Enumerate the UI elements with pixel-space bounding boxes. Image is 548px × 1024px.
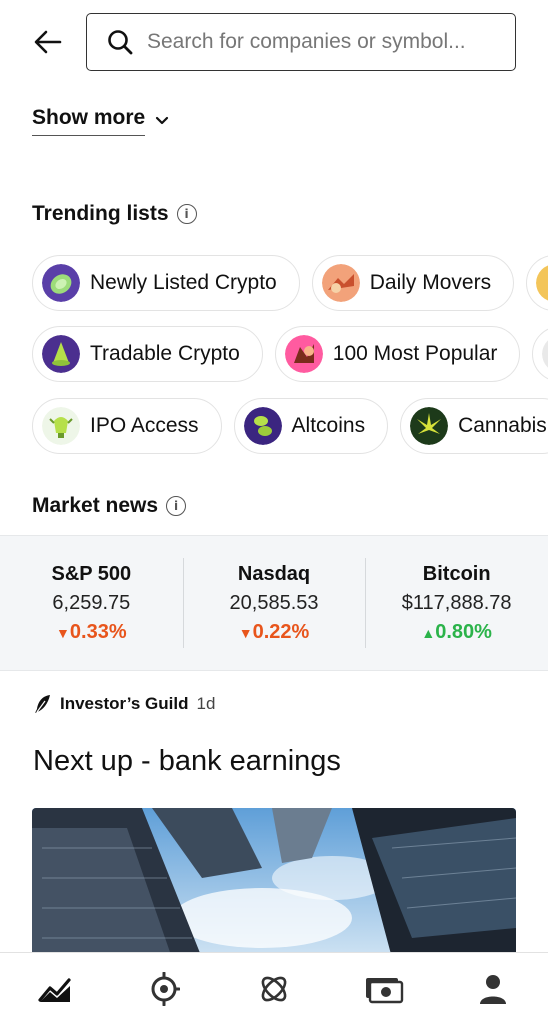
arrow-left-icon — [34, 30, 62, 54]
trending-row-1: Newly Listed Crypto Daily Movers — [32, 255, 548, 311]
index-bitcoin[interactable]: Bitcoin $117,888.78 ▲0.80% — [365, 536, 548, 670]
nav-investing[interactable] — [25, 959, 85, 1019]
index-name: Bitcoin — [422, 562, 491, 585]
trending-lists-heading: Trending lists i — [32, 202, 197, 226]
search-input[interactable] — [147, 30, 487, 54]
chip-100-most-popular[interactable]: 100 Most Popular — [274, 326, 521, 382]
index-name: S&P 500 — [51, 562, 132, 585]
news-image[interactable] — [32, 808, 516, 958]
up-triangle-icon: ▲ — [421, 624, 436, 641]
trending-row-2: Tradable Crypto 100 Most Popular — [32, 326, 548, 382]
index-nasdaq[interactable]: Nasdaq 20,585.53 ▼0.22% — [182, 536, 366, 670]
chip-label: Cannabis — [458, 414, 547, 437]
search-bar[interactable] — [86, 13, 516, 71]
crypto-coin-icon — [42, 264, 80, 302]
down-triangle-icon: ▼ — [56, 624, 70, 641]
source-name: Investor’s Guild — [60, 694, 189, 713]
search-icon — [108, 30, 133, 55]
ipo-bell-icon — [42, 407, 80, 445]
account-icon — [480, 974, 507, 1004]
chip-ipo-access[interactable]: IPO Access — [32, 398, 222, 454]
index-change: ▼0.33% — [56, 620, 127, 643]
chip-cannabis[interactable]: Cannabis — [400, 398, 548, 454]
market-news-title: Market news — [32, 494, 159, 517]
list-icon — [536, 265, 548, 301]
chip-more-list[interactable] — [532, 326, 548, 382]
info-icon[interactable]: i — [176, 204, 197, 224]
show-more-label: Show more — [32, 106, 146, 136]
chip-label: Tradable Crypto — [90, 342, 240, 365]
nav-cash[interactable] — [354, 959, 414, 1019]
index-name: Nasdaq — [237, 562, 311, 585]
daily-movers-icon — [321, 264, 360, 302]
chip-tradable-crypto[interactable]: Tradable Crypto — [32, 326, 263, 382]
market-news-heading: Market news i — [32, 494, 187, 518]
popular-icon — [284, 335, 323, 373]
crypto-cone-icon — [42, 335, 80, 373]
info-icon[interactable]: i — [166, 496, 187, 516]
chip-daily-movers[interactable]: Daily Movers — [311, 255, 515, 311]
chip-altcoins[interactable]: Altcoins — [233, 398, 389, 454]
cannabis-leaf-icon — [410, 407, 449, 445]
index-value: 20,585.53 — [229, 591, 319, 614]
chip-label: 100 Most Popular — [332, 342, 498, 365]
trending-row-3: IPO Access Altcoins Cannabis — [32, 398, 548, 454]
nav-crypto[interactable] — [134, 959, 194, 1019]
chip-label: IPO Access — [90, 414, 199, 437]
altcoin-icon — [243, 407, 282, 445]
chevron-down-icon — [156, 116, 169, 125]
back-button[interactable] — [28, 24, 68, 60]
down-triangle-icon: ▼ — [238, 624, 253, 641]
nav-explore[interactable] — [244, 959, 304, 1019]
trending-lists-title: Trending lists — [32, 202, 169, 225]
cash-icon — [365, 977, 403, 1003]
news-headline[interactable]: Next up - bank earnings — [33, 745, 341, 778]
show-more-toggle[interactable]: Show more — [32, 106, 169, 136]
list-icon — [542, 340, 548, 368]
crypto-icon — [151, 971, 181, 1006]
feather-icon — [35, 695, 50, 713]
chip-label: Newly Listed Crypto — [90, 271, 277, 294]
source-age: 1d — [196, 694, 216, 713]
chip-label: Daily Movers — [369, 271, 492, 294]
index-change: ▲0.80% — [421, 620, 492, 643]
investing-icon — [38, 977, 71, 1002]
index-value: 6,259.75 — [52, 591, 131, 614]
skyscrapers-image — [32, 808, 516, 958]
top-bar — [0, 0, 548, 90]
explore-icon — [261, 976, 287, 1001]
market-indices: S&P 500 6,259.75 ▼0.33% Nasdaq 20,585.53… — [0, 535, 548, 671]
chip-label: Altcoins — [291, 414, 366, 437]
index-sp500[interactable]: S&P 500 6,259.75 ▼0.33% — [0, 536, 183, 670]
bottom-nav — [0, 952, 548, 1024]
chip-newly-listed-crypto[interactable]: Newly Listed Crypto — [32, 255, 300, 311]
news-source: Investor’s Guild 1d — [34, 694, 215, 714]
chip-more-list[interactable] — [526, 255, 548, 311]
nav-account[interactable] — [463, 959, 523, 1019]
index-value: $117,888.78 — [401, 591, 512, 614]
index-change: ▼0.22% — [238, 620, 310, 643]
